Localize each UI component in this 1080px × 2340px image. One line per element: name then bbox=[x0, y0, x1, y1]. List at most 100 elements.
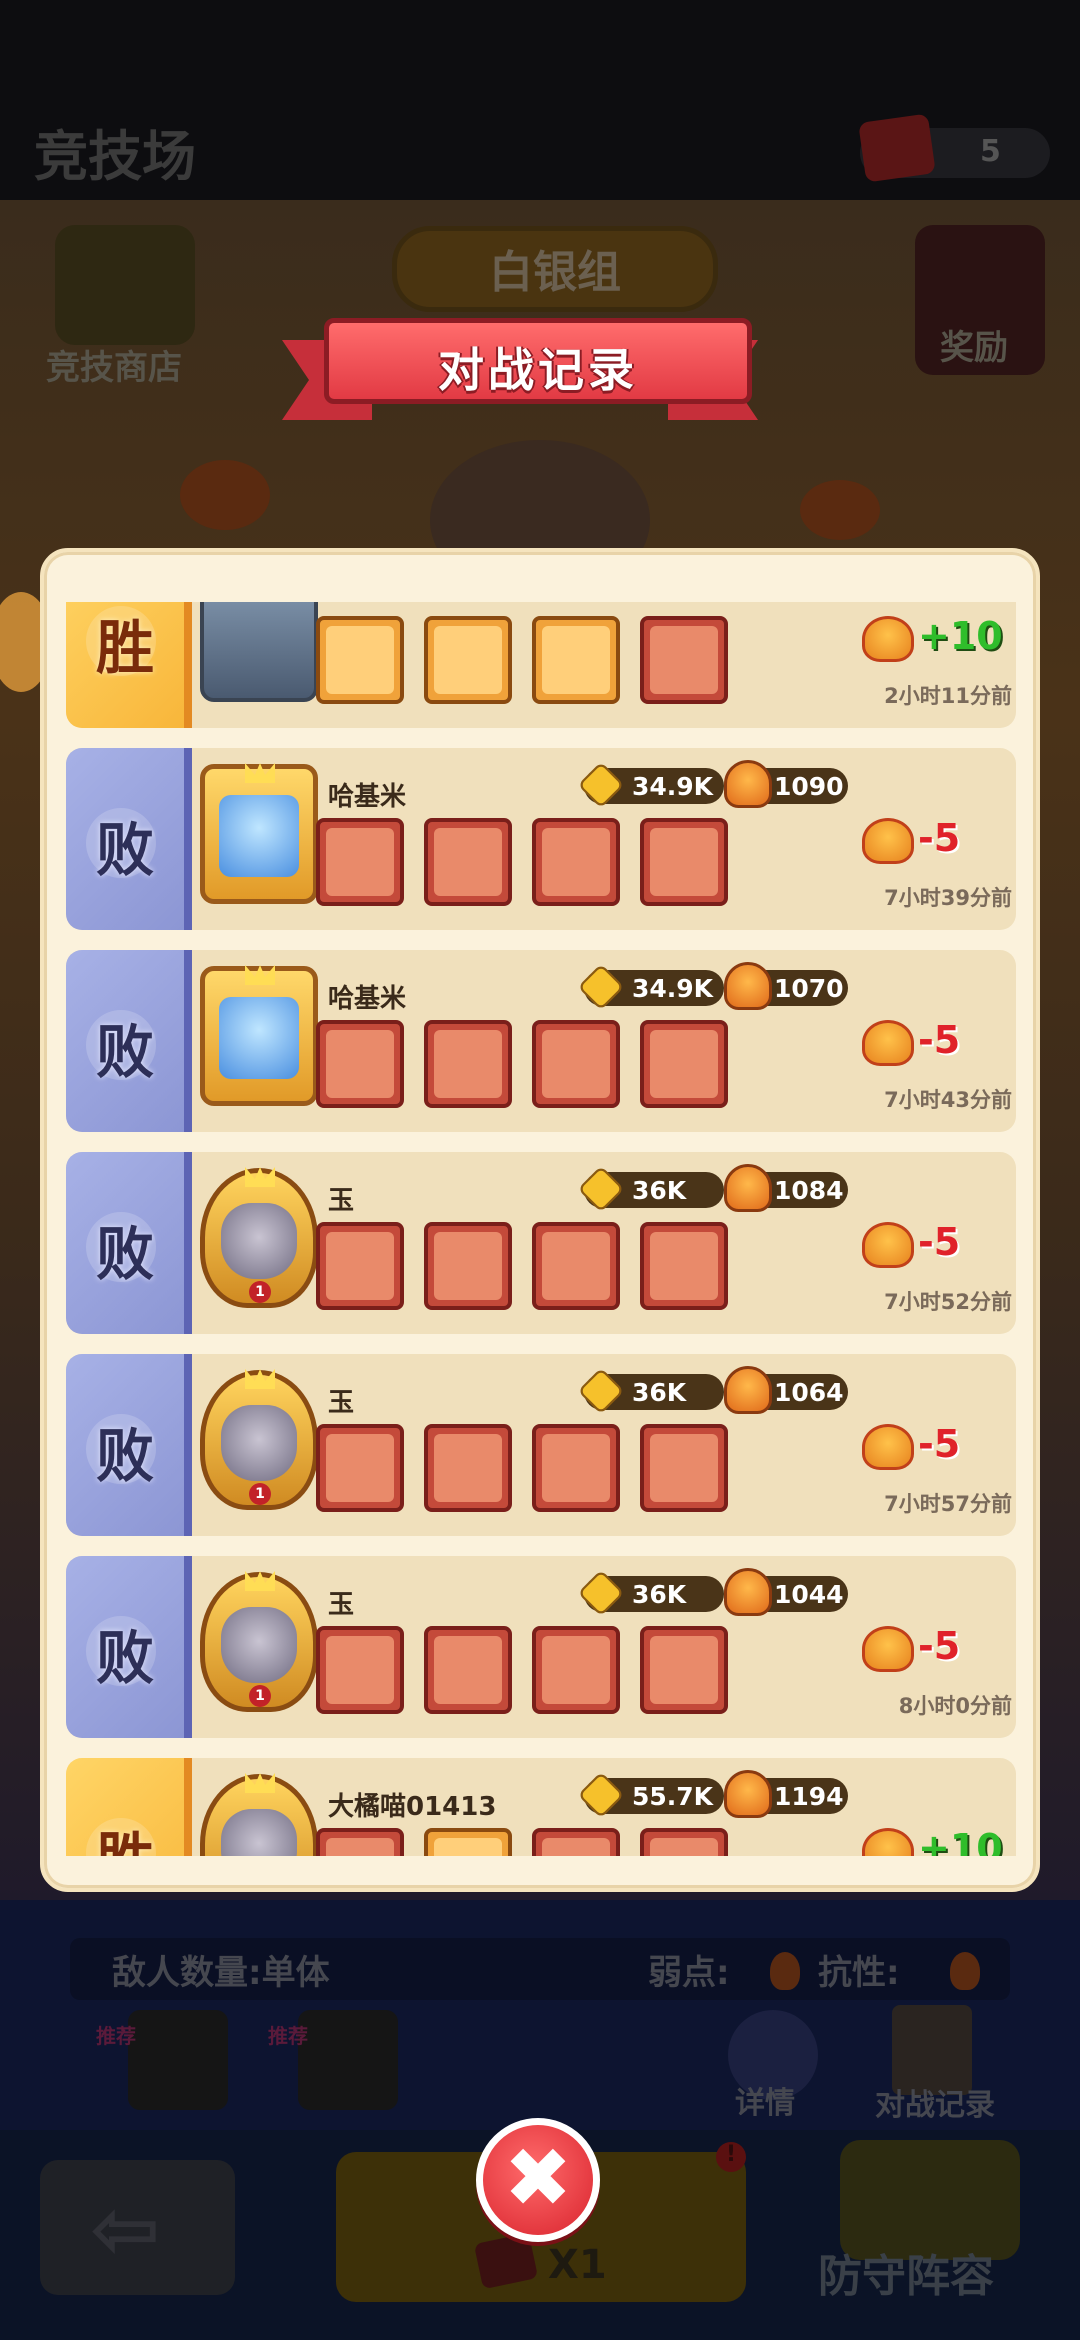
hero-card[interactable] bbox=[316, 616, 404, 704]
trophy-change: -5 bbox=[918, 1018, 961, 1062]
result-label: 败 bbox=[95, 1624, 154, 1692]
hero-portrait-icon bbox=[434, 626, 502, 694]
close-button[interactable]: ✖ bbox=[476, 2118, 600, 2242]
trophy-change: -5 bbox=[918, 816, 961, 860]
cat-rank-portrait-avatar[interactable]: 1 bbox=[200, 1773, 318, 1856]
power-value: 36K bbox=[632, 1378, 687, 1407]
crown-icon bbox=[245, 763, 275, 783]
battle-time: 7小时43分前 bbox=[884, 1088, 1012, 1112]
hero-portrait-icon bbox=[650, 1232, 718, 1300]
lineup-cards bbox=[316, 1424, 856, 1516]
hero-card[interactable] bbox=[640, 818, 728, 906]
hero-portrait-icon bbox=[326, 1636, 394, 1704]
hero-portrait-icon bbox=[326, 626, 394, 694]
hero-card[interactable] bbox=[532, 1626, 620, 1714]
victory-panel: 胜 bbox=[66, 602, 192, 728]
hero-card[interactable] bbox=[424, 1424, 512, 1512]
hero-card[interactable] bbox=[316, 1828, 404, 1856]
hero-portrait-icon bbox=[542, 1030, 610, 1098]
battle-record-row[interactable]: 胜 +10 2小时11分前 bbox=[66, 602, 1016, 728]
hero-portrait-icon bbox=[542, 626, 610, 694]
lineup-cards bbox=[316, 1222, 856, 1314]
hero-card[interactable] bbox=[424, 616, 512, 704]
hero-portrait-icon bbox=[434, 1232, 502, 1300]
trophy-icon bbox=[724, 962, 772, 1010]
battle-record-row[interactable]: 败 1 玉 36K 1044 -5 8小时0分前 bbox=[66, 1556, 1016, 1738]
gold-crown-portrait-avatar[interactable] bbox=[200, 965, 318, 1106]
lineup-cards bbox=[316, 1020, 856, 1112]
trophy-change: +10 bbox=[918, 1826, 1003, 1856]
trophy-icon bbox=[724, 1770, 772, 1818]
cat-face bbox=[221, 1405, 297, 1481]
hero-card[interactable] bbox=[640, 1222, 728, 1310]
player-name: 玉 bbox=[328, 1590, 355, 1620]
battle-time: 7小时52分前 bbox=[884, 1290, 1012, 1314]
hero-card[interactable] bbox=[316, 1222, 404, 1310]
hero-card[interactable] bbox=[640, 1828, 728, 1856]
hero-portrait-icon bbox=[650, 828, 718, 896]
hero-card[interactable] bbox=[640, 616, 728, 704]
cat-rank-portrait-avatar[interactable]: 1 bbox=[200, 1167, 318, 1308]
defeat-panel: 败 bbox=[66, 950, 192, 1132]
battle-record-row[interactable]: 胜1 大橘喵01413 55.7K 1194 +10 bbox=[66, 1758, 1016, 1856]
victory-panel: 胜 bbox=[66, 1758, 192, 1856]
battle-record-row[interactable]: 败 哈基米 34.9K 1070 -5 7小时43分前 bbox=[66, 950, 1016, 1132]
hero-portrait-icon bbox=[326, 1030, 394, 1098]
hero-card[interactable] bbox=[424, 1626, 512, 1714]
hero-portrait-icon bbox=[434, 1030, 502, 1098]
hero-card[interactable] bbox=[640, 1424, 728, 1512]
battle-time: 8小时0分前 bbox=[898, 1694, 1012, 1718]
lineup-cards bbox=[316, 1626, 856, 1718]
cat-portrait-avatar[interactable] bbox=[200, 602, 318, 702]
trophy-value: 1070 bbox=[774, 974, 844, 1003]
hero-card[interactable] bbox=[316, 1626, 404, 1714]
hero-card[interactable] bbox=[640, 1020, 728, 1108]
lineup-cards bbox=[316, 616, 856, 708]
gold-crown-portrait-avatar[interactable] bbox=[200, 763, 318, 904]
hero-card[interactable] bbox=[424, 818, 512, 906]
cat-face bbox=[221, 1809, 297, 1856]
battle-record-row[interactable]: 败 1 玉 36K 1084 -5 7小时52分前 bbox=[66, 1152, 1016, 1334]
result-label: 败 bbox=[95, 1018, 154, 1086]
hero-portrait-icon bbox=[326, 828, 394, 896]
trophy-icon bbox=[724, 1366, 772, 1414]
close-icon: ✖ bbox=[503, 2131, 573, 2226]
cat-rank-portrait-avatar[interactable]: 1 bbox=[200, 1369, 318, 1510]
cat-rank-portrait-avatar[interactable]: 1 bbox=[200, 1571, 318, 1712]
battle-record-row[interactable]: 败 1 玉 36K 1064 -5 7小时57分前 bbox=[66, 1354, 1016, 1536]
trophy-change-icon bbox=[862, 818, 914, 864]
lineup-cards bbox=[316, 818, 856, 910]
hero-card[interactable] bbox=[532, 616, 620, 704]
trophy-value: 1064 bbox=[774, 1378, 844, 1407]
hero-card[interactable] bbox=[532, 1222, 620, 1310]
defeat-panel: 败 bbox=[66, 1354, 192, 1536]
power-value: 34.9K bbox=[632, 772, 714, 801]
battle-record-row[interactable]: 败 哈基米 34.9K 1090 -5 7小时39分前 bbox=[66, 748, 1016, 930]
hero-card[interactable] bbox=[316, 1020, 404, 1108]
hero-card[interactable] bbox=[532, 818, 620, 906]
trophy-value: 1090 bbox=[774, 772, 844, 801]
hero-card[interactable] bbox=[532, 1020, 620, 1108]
trophy-icon bbox=[724, 1164, 772, 1212]
rank-pip: 1 bbox=[249, 1685, 271, 1707]
trophy-change: -5 bbox=[918, 1624, 961, 1668]
power-value: 36K bbox=[632, 1580, 687, 1609]
hero-card[interactable] bbox=[640, 1626, 728, 1714]
hero-card[interactable] bbox=[532, 1424, 620, 1512]
result-label: 败 bbox=[95, 816, 154, 884]
hero-card[interactable] bbox=[424, 1222, 512, 1310]
trophy-change: -5 bbox=[918, 1422, 961, 1466]
hero-portrait-icon bbox=[542, 1636, 610, 1704]
hero-card[interactable] bbox=[316, 1424, 404, 1512]
power-value: 55.7K bbox=[632, 1782, 714, 1811]
hero-card[interactable] bbox=[424, 1828, 512, 1856]
cat-face bbox=[221, 1607, 297, 1683]
battle-records-list[interactable]: 胜 +10 2小时11分前败哈基米 34.9K 1090 -5 7小时39分前败哈基米 34.… bbox=[62, 602, 1020, 1856]
hero-card[interactable] bbox=[532, 1828, 620, 1856]
player-name: 玉 bbox=[328, 1186, 355, 1216]
hero-card[interactable] bbox=[316, 818, 404, 906]
hero-card[interactable] bbox=[424, 1020, 512, 1108]
trophy-change-icon bbox=[862, 1424, 914, 1470]
hero-portrait-icon bbox=[542, 828, 610, 896]
battle-time: 2小时11分前 bbox=[884, 684, 1012, 708]
